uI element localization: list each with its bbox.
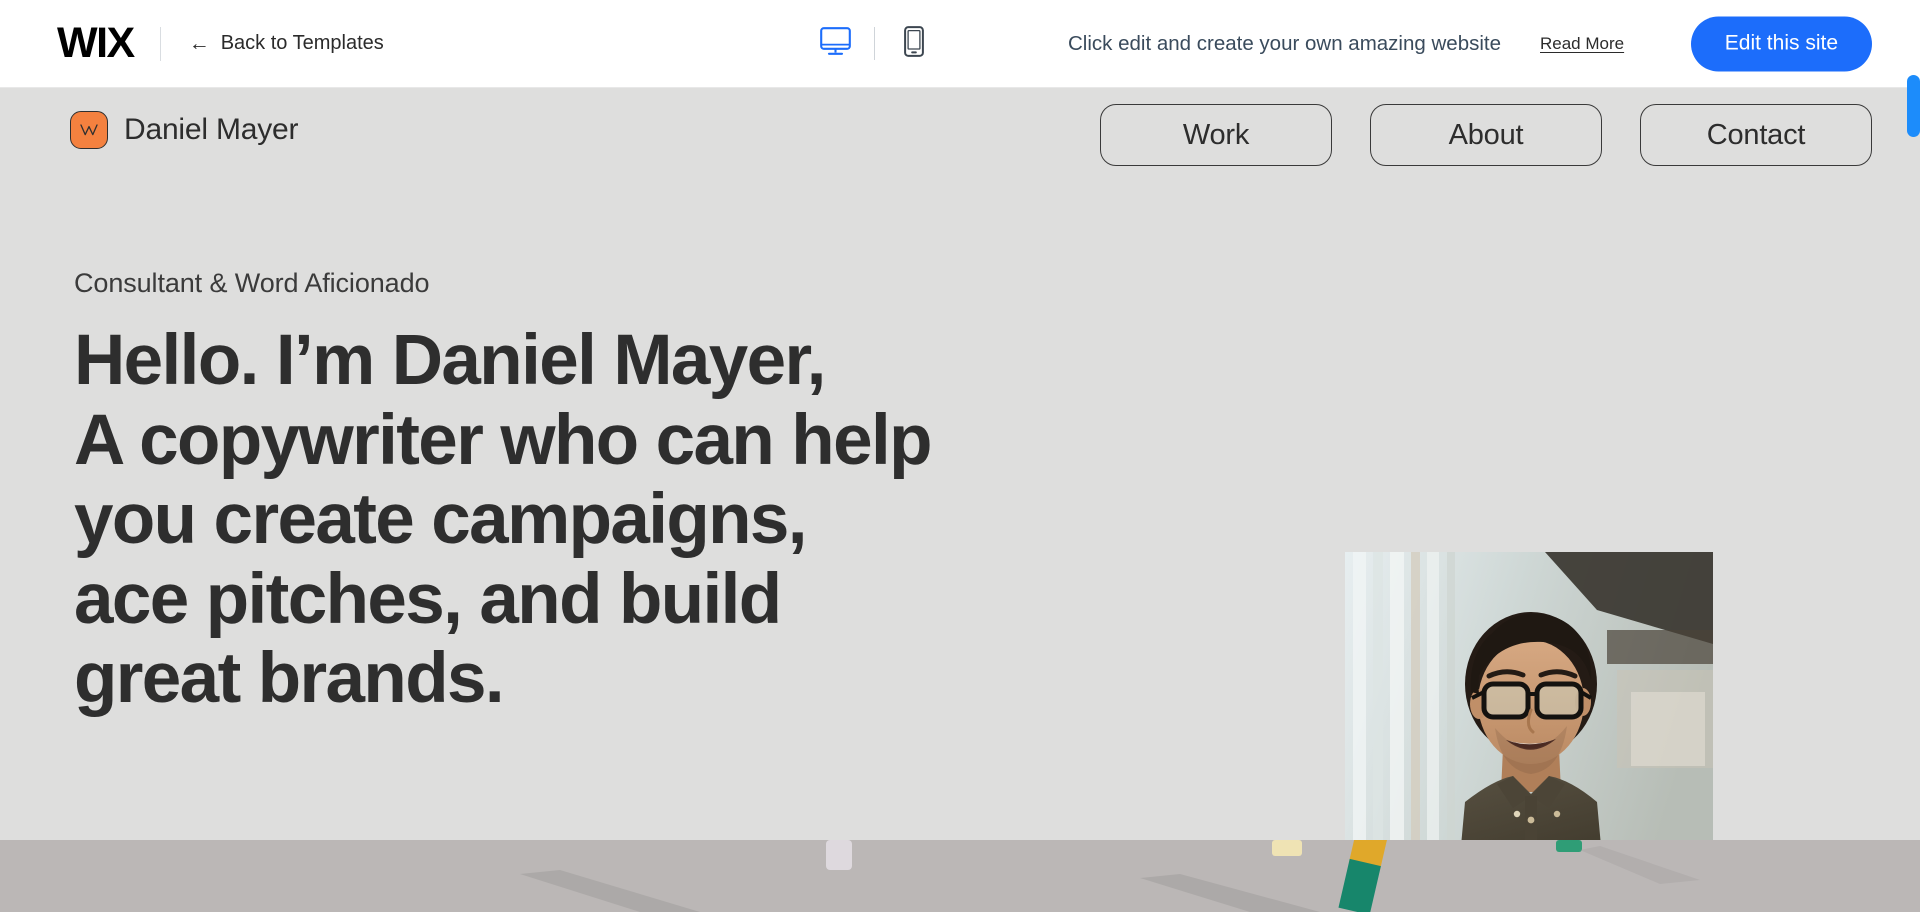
wix-top-bar: WIX ← Back to Templates Click edit and c… xyxy=(0,0,1920,88)
wix-logo[interactable]: WIX xyxy=(57,22,135,65)
hero-title-line: you create campaigns, xyxy=(74,480,808,560)
crown-w-monogram-icon xyxy=(70,111,108,149)
desktop-view-button[interactable] xyxy=(808,20,862,68)
hero-section: Consultant & Word Aficionado Hello. I’m … xyxy=(74,268,974,719)
site-brand-name: Daniel Mayer xyxy=(124,113,299,146)
hero-title-line: A copywriter who can help xyxy=(74,400,932,480)
site-brand[interactable]: Daniel Mayer xyxy=(70,111,299,149)
mobile-view-button[interactable] xyxy=(887,20,941,68)
desktop-icon xyxy=(819,26,851,61)
site-preview: Daniel Mayer Work About Contact Consulta… xyxy=(0,88,1920,912)
device-divider xyxy=(874,27,875,60)
device-toggle-group xyxy=(808,20,941,68)
promo-text: Click edit and create your own amazing w… xyxy=(1068,31,1501,55)
hero-title-line: Hello. I’m Daniel Mayer, xyxy=(74,321,826,400)
toolbar-divider xyxy=(159,26,161,61)
site-nav: Work About Contact xyxy=(1100,104,1872,166)
hero-title: Hello. I’m Daniel Mayer, A copywriter wh… xyxy=(74,321,974,719)
page-scrollbar-thumb[interactable] xyxy=(1907,75,1920,137)
hero-title-line: ace pitches, and build xyxy=(74,559,782,639)
nav-button-contact[interactable]: Contact xyxy=(1640,104,1872,166)
edit-this-site-button[interactable]: Edit this site xyxy=(1690,16,1872,71)
site-header: Daniel Mayer Work About Contact xyxy=(0,88,1920,188)
hero-title-line: great brands. xyxy=(74,639,505,719)
mobile-icon xyxy=(904,25,924,62)
back-to-templates-label: Back to Templates xyxy=(220,32,384,54)
back-arrow-icon: ← xyxy=(188,32,210,55)
pencils-photo-band xyxy=(0,840,1920,912)
nav-button-about[interactable]: About xyxy=(1370,104,1602,166)
hero-subtitle: Consultant & Word Aficionado xyxy=(74,268,430,298)
read-more-link[interactable]: Read More xyxy=(1540,34,1624,54)
nav-button-work[interactable]: Work xyxy=(1100,104,1332,166)
back-to-templates-link[interactable]: ← Back to Templates xyxy=(189,32,384,55)
